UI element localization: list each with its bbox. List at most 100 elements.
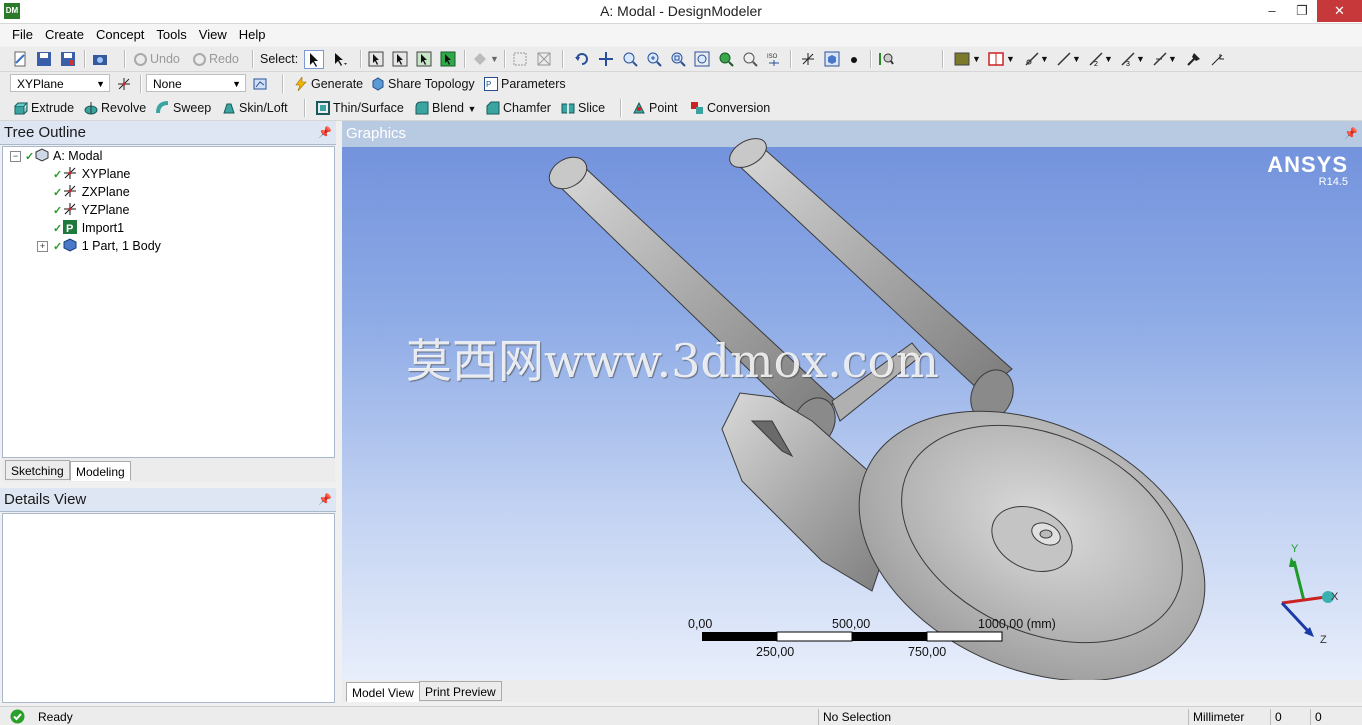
- edge-tool-3-icon[interactable]: 2: [1088, 51, 1104, 67]
- sketch-select[interactable]: None ▼: [146, 74, 246, 92]
- frame-dropdown-icon[interactable]: ▼: [1006, 50, 1015, 68]
- menu-help[interactable]: Help: [233, 24, 272, 46]
- select-bodies-icon[interactable]: [440, 51, 456, 67]
- look-at-icon[interactable]: [878, 51, 894, 67]
- svg-text:P: P: [486, 80, 491, 89]
- tab-model-view[interactable]: Model View: [346, 682, 420, 702]
- selection-filter-icon[interactable]: [332, 51, 348, 67]
- plane-select[interactable]: XYPlane ▼: [10, 74, 110, 92]
- zoom-selection-icon[interactable]: [512, 51, 528, 67]
- minimize-button[interactable]: –: [1257, 0, 1287, 22]
- menu-tools[interactable]: Tools: [150, 24, 192, 46]
- pan-icon[interactable]: [598, 51, 614, 67]
- tree-node-root[interactable]: ✓ A: Modal: [25, 147, 102, 165]
- status-units[interactable]: Millimeter: [1188, 709, 1270, 725]
- select-points-icon[interactable]: [368, 51, 384, 67]
- extend-dropdown-icon[interactable]: ▼: [490, 50, 499, 68]
- iso-view-icon[interactable]: ISO: [766, 51, 782, 67]
- check-icon: ✓: [53, 223, 63, 235]
- select-faces-icon[interactable]: [416, 51, 432, 67]
- menu-create[interactable]: Create: [39, 24, 90, 46]
- tree-expand-icon[interactable]: +: [37, 241, 48, 252]
- tree-node-parts[interactable]: ✓ 1 Part, 1 Body: [53, 237, 161, 255]
- sweep-button[interactable]: Sweep: [156, 99, 211, 117]
- save-icon[interactable]: [36, 51, 52, 67]
- redo-button[interactable]: Redo: [193, 50, 239, 68]
- chamfer-icon: [486, 101, 500, 115]
- tab-modeling[interactable]: Modeling: [70, 461, 131, 481]
- edge-tool-4-icon[interactable]: 3: [1120, 51, 1136, 67]
- save-as-icon[interactable]: [60, 51, 76, 67]
- tree-node-zxplane[interactable]: ✓ ZXPlane: [53, 183, 130, 201]
- rotate-icon[interactable]: [574, 51, 590, 67]
- new-plane-icon[interactable]: [116, 76, 132, 92]
- edge-direction-icon[interactable]: [1210, 51, 1226, 67]
- menu-view[interactable]: View: [193, 24, 233, 46]
- tree-pin-icon[interactable]: 📌: [318, 126, 332, 139]
- chamfer-button[interactable]: Chamfer: [486, 99, 551, 117]
- extrude-button[interactable]: Extrude: [14, 99, 74, 117]
- sketch-dropdown-icon: ▼: [232, 79, 241, 89]
- camera-icon[interactable]: [92, 51, 108, 67]
- edge-tool-1-icon[interactable]: [1024, 51, 1040, 67]
- new-file-icon[interactable]: [12, 51, 28, 67]
- close-button[interactable]: ✕: [1317, 0, 1362, 22]
- graphics-viewport[interactable]: Graphics 📌 ANSYS R14.5 Y X Z 莫西网www.3dmo…: [342, 121, 1362, 680]
- details-view-title: Details View: [0, 488, 336, 512]
- edge-tool-4-dropdown-icon[interactable]: ▼: [1136, 50, 1145, 68]
- maximize-button[interactable]: ❐: [1287, 0, 1317, 22]
- zoom-in-icon[interactable]: [646, 51, 662, 67]
- zoom-model-icon[interactable]: [718, 51, 734, 67]
- scale-bar-segment: [702, 632, 777, 641]
- edge-tool-2-dropdown-icon[interactable]: ▼: [1072, 50, 1081, 68]
- zoom-box-icon[interactable]: [670, 51, 686, 67]
- tree-node-xyplane[interactable]: ✓ XYPlane: [53, 165, 130, 183]
- edge-tool-5-dropdown-icon[interactable]: ▼: [1168, 50, 1177, 68]
- tree-node-yzplane[interactable]: ✓ YZPlane: [53, 201, 129, 219]
- conversion-icon: [690, 101, 704, 115]
- tree-tabs: Sketching Modeling: [2, 458, 335, 482]
- menu-file[interactable]: File: [6, 24, 39, 46]
- extend-selection-icon[interactable]: [472, 51, 488, 67]
- box-select-icon[interactable]: [536, 51, 552, 67]
- display-style-dropdown-icon[interactable]: ▼: [972, 50, 981, 68]
- display-style-icon[interactable]: [954, 51, 970, 67]
- select-edges-icon[interactable]: [392, 51, 408, 67]
- display-points-icon[interactable]: [846, 51, 862, 67]
- axis-triad[interactable]: Y X Z: [1280, 543, 1339, 646]
- point-button[interactable]: Point: [632, 99, 678, 117]
- zoom-fit-icon[interactable]: [694, 51, 710, 67]
- blend-button[interactable]: Blend ▼: [415, 99, 476, 117]
- tree-node-import1[interactable]: ✓ P Import1: [53, 219, 124, 237]
- details-pin-icon[interactable]: 📌: [318, 493, 332, 506]
- slice-button[interactable]: Slice: [561, 99, 605, 117]
- axis-label-y: Y: [1291, 543, 1299, 555]
- point-icon: [632, 101, 646, 115]
- pin-tool-icon[interactable]: [1186, 51, 1202, 67]
- new-sketch-icon[interactable]: [252, 76, 268, 92]
- display-model-icon[interactable]: [824, 51, 840, 67]
- triad-icon[interactable]: [800, 51, 816, 67]
- edge-tool-1-dropdown-icon[interactable]: ▼: [1040, 50, 1049, 68]
- generate-button[interactable]: Generate: [294, 75, 363, 93]
- edge-tool-2-icon[interactable]: [1056, 51, 1072, 67]
- conversion-button[interactable]: Conversion: [690, 99, 770, 117]
- tab-sketching[interactable]: Sketching: [5, 460, 70, 480]
- parameters-button[interactable]: P Parameters: [484, 75, 566, 93]
- frame-display-icon[interactable]: [988, 51, 1004, 67]
- select-mode-icon[interactable]: [304, 50, 324, 69]
- zoom-icon[interactable]: [622, 51, 638, 67]
- thin-surface-button[interactable]: Thin/Surface: [316, 99, 404, 117]
- revolve-button[interactable]: Revolve: [84, 99, 146, 117]
- edge-tool-3-dropdown-icon[interactable]: ▼: [1104, 50, 1113, 68]
- menu-concept[interactable]: Concept: [90, 24, 150, 46]
- tree-collapse-icon[interactable]: −: [10, 151, 21, 162]
- scale-label: 0,00: [688, 617, 713, 631]
- sweep-icon: [156, 101, 170, 115]
- magnifier-icon[interactable]: [742, 51, 758, 67]
- tab-print-preview[interactable]: Print Preview: [419, 681, 502, 701]
- share-topology-button[interactable]: Share Topology: [371, 75, 475, 93]
- undo-button[interactable]: Undo: [134, 50, 180, 68]
- edge-tool-5-icon[interactable]: [1152, 51, 1168, 67]
- skin-loft-button[interactable]: Skin/Loft: [222, 99, 288, 117]
